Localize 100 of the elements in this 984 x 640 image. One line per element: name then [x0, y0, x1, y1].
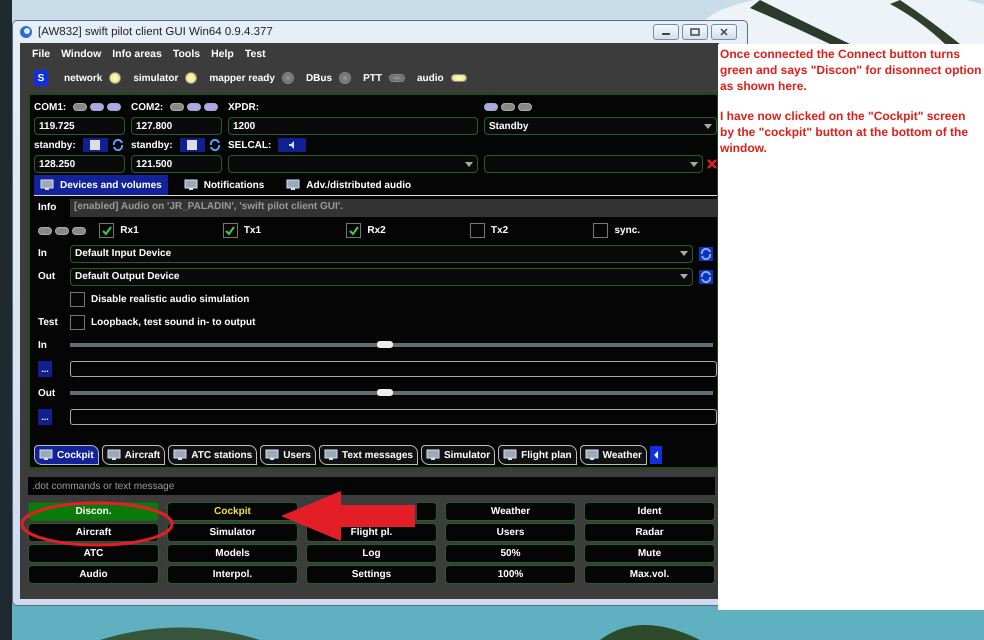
main-tab[interactable]: Flight plan: [498, 445, 577, 465]
action-button[interactable]: Users: [445, 523, 576, 542]
menu-item[interactable]: Tools: [172, 48, 200, 60]
action-button[interactable]: Simulator: [167, 523, 298, 542]
checkbox[interactable]: [70, 315, 85, 330]
main-tab[interactable]: Weather: [580, 445, 647, 465]
action-button[interactable]: Weather: [445, 502, 576, 521]
caret-icon: [690, 162, 698, 166]
menu-item[interactable]: Help: [211, 48, 234, 60]
maximize-icon: [690, 28, 700, 36]
standby-frequency-field[interactable]: 128.250: [34, 155, 125, 173]
caret-icon: [704, 124, 712, 128]
action-button[interactable]: Cockpit: [167, 502, 298, 521]
main-tab[interactable]: Aircraft: [102, 445, 166, 465]
checkbox[interactable]: [99, 223, 114, 238]
selcal-label: SELCAL:: [228, 140, 272, 150]
refresh-icon[interactable]: [111, 138, 125, 152]
action-button[interactable]: 50%: [445, 544, 576, 563]
checkbox-label: Tx1: [244, 225, 262, 236]
swap-button[interactable]: [82, 138, 108, 152]
app-badge: S: [34, 70, 48, 86]
checkbox[interactable]: [593, 223, 608, 238]
action-button[interactable]: Radar: [584, 523, 715, 542]
close-button[interactable]: [711, 24, 737, 40]
square-icon: [187, 140, 198, 150]
volume-label: Out: [37, 388, 56, 398]
close-icon[interactable]: [707, 159, 717, 169]
device-dropdown[interactable]: Default Input Device: [70, 244, 693, 262]
caret-icon: [465, 162, 473, 166]
action-button[interactable]: Models: [167, 544, 298, 563]
refresh-icon[interactable]: [699, 246, 713, 260]
action-button[interactable]: Audio: [28, 565, 159, 584]
main-tab[interactable]: Text messages: [319, 445, 418, 465]
volume-slider[interactable]: [70, 391, 713, 395]
menu-item[interactable]: Test: [244, 48, 266, 60]
action-button[interactable]: Max.vol.: [584, 565, 715, 584]
audio-tab[interactable]: Adv./distributed audio: [280, 175, 418, 195]
audio-tab[interactable]: Devices and volumes: [34, 175, 168, 195]
monitor-icon: [184, 179, 198, 191]
action-button[interactable]: 100%: [445, 565, 576, 584]
frequency-field[interactable]: 127.800: [131, 117, 222, 135]
action-button[interactable]: Settings: [306, 565, 437, 584]
transponder-mode-dropdown[interactable]: Standby: [484, 117, 717, 135]
monitor-icon: [106, 449, 121, 461]
main-tab[interactable]: Users: [260, 445, 316, 465]
refresh-icon[interactable]: [699, 270, 713, 284]
monitor-icon: [426, 449, 440, 461]
checkbox[interactable]: [70, 292, 85, 307]
standby-frequency-field[interactable]: 121.500: [131, 155, 222, 173]
checkbox[interactable]: [470, 223, 485, 238]
checkbox[interactable]: [346, 223, 362, 238]
audio-tab[interactable]: Notifications: [178, 175, 270, 195]
checkbox-label: Disable realistic audio simulation: [91, 294, 250, 305]
frequency-field[interactable]: 119.725: [34, 117, 125, 135]
refresh-icon[interactable]: [208, 138, 222, 152]
square-icon: [90, 140, 100, 150]
action-button[interactable]: ATC: [28, 544, 159, 563]
monitor-icon: [503, 449, 518, 461]
monitor-icon: [39, 449, 53, 461]
more-button[interactable]: ...: [38, 409, 52, 425]
menu-item[interactable]: File: [32, 48, 50, 60]
main-tab[interactable]: Simulator: [420, 445, 496, 465]
window-title: [AW832] swift pilot client GUI Win64 0.9.4.377: [38, 26, 274, 38]
monitor-icon: [584, 449, 599, 461]
caret-icon: [680, 274, 688, 279]
transponder-label: XPDR:: [228, 102, 260, 112]
transponder-code-field[interactable]: 1200: [228, 117, 478, 135]
action-button[interactable]: Interpol.: [167, 565, 298, 584]
monitor-icon: [286, 179, 300, 191]
speaker-button[interactable]: [278, 138, 306, 152]
device-dropdown[interactable]: Default Output Device: [70, 268, 693, 286]
app-icon: [19, 25, 33, 39]
menu-item[interactable]: Window: [61, 48, 102, 60]
monitor-icon: [40, 179, 54, 191]
action-button[interactable]: Aircraft: [28, 523, 159, 542]
radio-label: COM1:: [34, 102, 66, 112]
main-tab[interactable]: ATC stations: [168, 445, 258, 465]
action-button[interactable]: [417, 502, 437, 521]
info-text: [enabled] Audio on 'JR_PALADIN', 'swift pilot client GUI'.: [70, 198, 717, 216]
scroll-left-button[interactable]: [650, 446, 662, 464]
minimize-button[interactable]: [653, 24, 679, 40]
action-button[interactable]: Mute: [584, 544, 715, 563]
main-tab[interactable]: Cockpit: [34, 445, 99, 465]
action-button[interactable]: Log: [306, 544, 437, 563]
checkbox-label: Loopback, test sound in- to output: [91, 317, 256, 328]
more-button[interactable]: ...: [38, 361, 52, 377]
checkbox[interactable]: [222, 223, 238, 238]
swap-button[interactable]: [180, 138, 205, 152]
maximize-button[interactable]: [682, 24, 708, 40]
standby-label: standby:: [34, 140, 76, 150]
selcal-dropdown[interactable]: [484, 155, 703, 173]
note-text: I have now clicked on the "Cockpit" screen by the "cockpit" button at the bottom of the window.: [720, 108, 970, 156]
volume-slider[interactable]: [70, 343, 713, 347]
checkbox-label: Rx2: [367, 225, 386, 236]
command-field[interactable]: .dot commands or text message: [28, 477, 715, 495]
action-button[interactable]: Ident: [584, 502, 715, 521]
checkbox-label: sync.: [614, 225, 640, 236]
menu-item[interactable]: Info areas: [112, 48, 162, 60]
info-label: Info: [37, 202, 58, 213]
monitor-icon: [265, 449, 280, 461]
